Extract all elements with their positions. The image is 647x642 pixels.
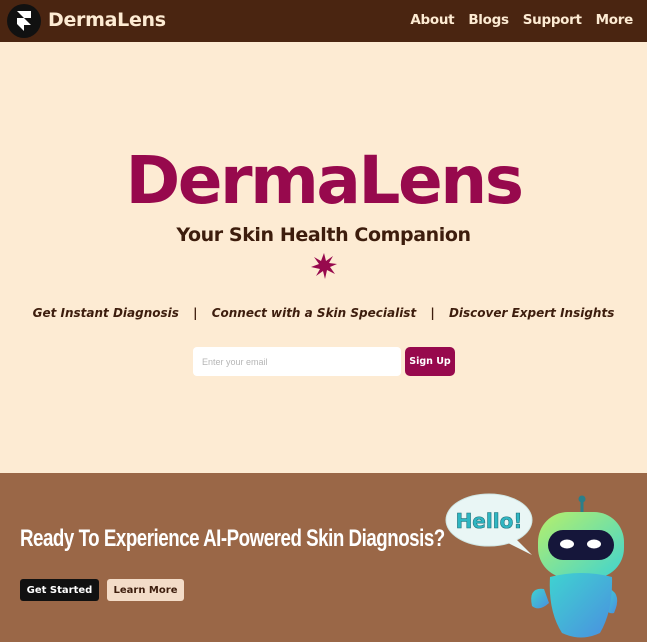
top-navbar: DermaLens About Blogs Support More bbox=[0, 0, 647, 42]
cta-section: Ready To Experience AI-Powered Skin Diag… bbox=[0, 473, 647, 642]
robot-mascot-illustration: Hello! bbox=[445, 493, 624, 638]
nav-link-more[interactable]: More bbox=[596, 12, 634, 28]
feature-connect-specialist: Connect with a Skin Specialist bbox=[211, 306, 417, 320]
learn-more-button[interactable]: Learn More bbox=[107, 579, 184, 601]
email-input[interactable] bbox=[193, 347, 401, 376]
nav-link-support[interactable]: Support bbox=[523, 12, 582, 28]
speech-bubble-text: Hello! bbox=[456, 509, 523, 533]
nav-links: About Blogs Support More bbox=[410, 12, 633, 28]
cta-title: Ready To Experience AI-Powered Skin Diag… bbox=[20, 525, 445, 552]
hero-title: DermaLens bbox=[125, 142, 525, 219]
speech-bubble: Hello! bbox=[445, 493, 533, 555]
feature-list: Get Instant Diagnosis | Connect with a S… bbox=[0, 306, 647, 320]
feature-separator: | bbox=[193, 306, 198, 320]
get-started-button[interactable]: Get Started bbox=[20, 579, 99, 601]
nav-link-blogs[interactable]: Blogs bbox=[468, 12, 509, 28]
hero-section: DermaLens Your Skin Health Companion Get… bbox=[0, 42, 647, 473]
brand-name[interactable]: DermaLens bbox=[48, 9, 166, 31]
nav-link-about[interactable]: About bbox=[410, 12, 454, 28]
feature-separator: | bbox=[430, 306, 435, 320]
starburst-icon bbox=[311, 253, 337, 279]
signup-button[interactable]: Sign Up bbox=[405, 347, 455, 376]
feature-instant-diagnosis: Get Instant Diagnosis bbox=[32, 306, 179, 320]
hero-subtitle: Your Skin Health Companion bbox=[176, 224, 471, 246]
feature-expert-insights: Discover Expert Insights bbox=[448, 306, 615, 320]
logo-icon[interactable] bbox=[7, 4, 41, 38]
